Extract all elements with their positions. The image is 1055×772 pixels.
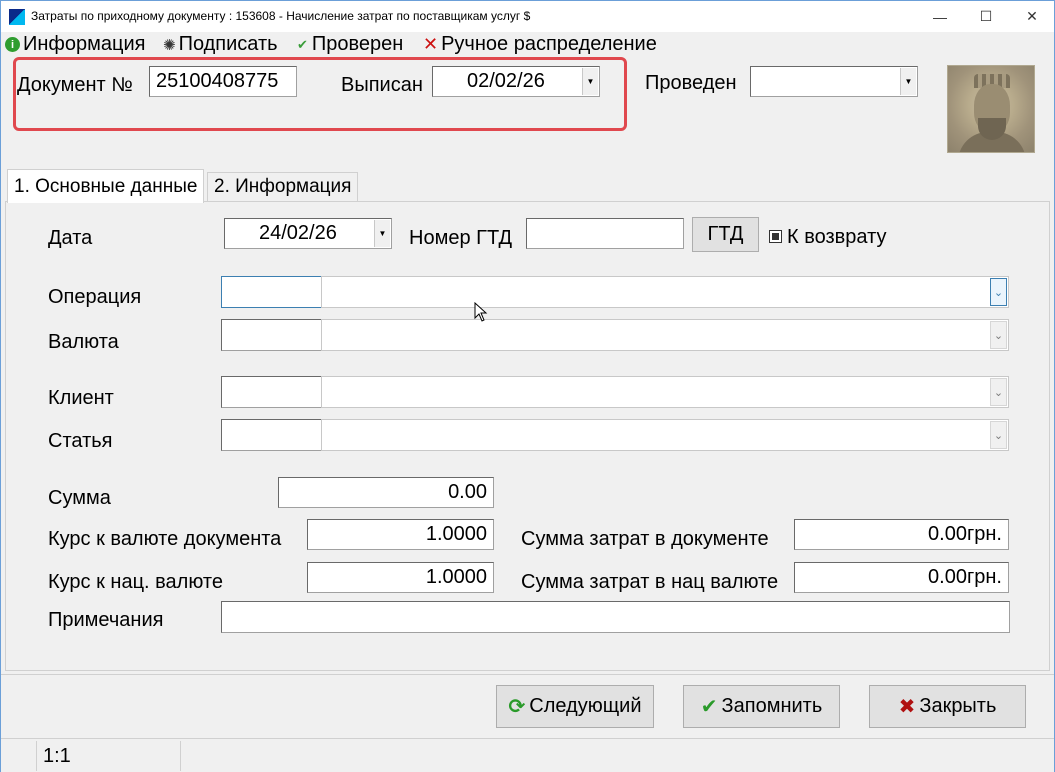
minimize-button[interactable]: —: [917, 1, 963, 32]
maximize-button[interactable]: ☐: [963, 1, 1009, 32]
article-dropdown-icon[interactable]: ⌄: [990, 421, 1007, 449]
notes-label: Примечания: [48, 609, 164, 631]
save-button-label: Запомнить: [721, 695, 823, 717]
cost-nat-field[interactable]: 0.00грн.: [794, 562, 1009, 593]
return-label: К возврату: [787, 226, 887, 248]
gtd-button[interactable]: ГТД: [692, 217, 759, 252]
info-icon: i: [5, 37, 20, 52]
currency-dropdown-icon[interactable]: ⌄: [990, 321, 1007, 349]
operation-label: Операция: [48, 286, 142, 308]
issued-date-dropdown-icon[interactable]: ▼: [582, 68, 598, 95]
menu-item-checked[interactable]: ✔ Проверен: [297, 33, 403, 56]
issued-label: Выписан: [341, 74, 423, 96]
user-photo: [947, 65, 1035, 153]
rate-nat-field[interactable]: 1.0000: [307, 562, 494, 593]
operation-dropdown-icon[interactable]: ⌄: [990, 278, 1007, 306]
client-code-input[interactable]: [221, 376, 322, 408]
menu-item-sign[interactable]: ✺ Подписать: [163, 33, 278, 56]
date-value: 24/02/26: [259, 222, 337, 244]
date-label: Дата: [48, 227, 93, 249]
status-cell-empty: [1, 741, 37, 771]
checkmark-icon: ✔: [297, 36, 308, 52]
currency-code-input[interactable]: [221, 319, 322, 351]
sum-label: Сумма: [48, 487, 111, 509]
cross-icon: ✖: [898, 696, 916, 718]
status-position: 1:1: [37, 741, 181, 771]
checkmark-icon: ✔: [700, 696, 718, 718]
tab-main-data[interactable]: 1. Основные данные: [7, 169, 205, 203]
operation-code-input[interactable]: [221, 276, 322, 308]
status-bar: 1:1: [1, 738, 1054, 772]
close-window-button[interactable]: ✕: [1009, 1, 1055, 32]
client-combo[interactable]: ⌄: [321, 376, 1009, 408]
article-code-input[interactable]: [221, 419, 322, 451]
rate-nat-label: Курс к нац. валюте: [48, 571, 223, 593]
date-field[interactable]: 24/02/26 ▼: [224, 218, 392, 249]
bottom-separator: [1, 674, 1054, 675]
close-button-label: Закрыть: [919, 695, 997, 717]
main-window: Затраты по приходному документу : 153608…: [0, 0, 1055, 772]
issued-date-field[interactable]: 02/02/26 ▼: [432, 66, 600, 97]
menu-bar: i Информация ✺ Подписать ✔ Проверен ✕ Ру…: [1, 32, 1054, 56]
cost-doc-label: Сумма затрат в документе: [521, 528, 769, 550]
close-button[interactable]: ✖ Закрыть: [869, 685, 1026, 728]
client-dropdown-icon[interactable]: ⌄: [990, 378, 1007, 406]
operation-combo[interactable]: ⌄: [321, 276, 1009, 308]
cost-doc-field[interactable]: 0.00грн.: [794, 519, 1009, 550]
mouse-cursor-icon: [474, 302, 488, 322]
rate-doc-field[interactable]: 1.0000: [307, 519, 494, 550]
rate-doc-label: Курс к валюте документа: [48, 528, 282, 550]
doc-number-field[interactable]: 25100408775: [149, 66, 297, 97]
currency-combo[interactable]: ⌄: [321, 319, 1009, 351]
posted-dropdown-icon[interactable]: ▼: [900, 68, 916, 95]
menu-item-manual-label: Ручное распределение: [441, 33, 657, 55]
app-icon: [9, 9, 25, 25]
menu-item-checked-label: Проверен: [311, 33, 404, 55]
tab-information[interactable]: 2. Информация: [207, 172, 359, 201]
cost-nat-label: Сумма затрат в нац валюте: [521, 571, 779, 593]
title-bar: Затраты по приходному документу : 153608…: [1, 1, 1054, 32]
issued-date-value: 02/02/26: [467, 70, 545, 92]
sum-field[interactable]: 0.00: [278, 477, 494, 508]
article-label: Статья: [48, 430, 113, 452]
date-dropdown-icon[interactable]: ▼: [374, 220, 390, 247]
save-button[interactable]: ✔ Запомнить: [683, 685, 840, 728]
doc-number-label: Документ №: [17, 74, 133, 96]
posted-label: Проведен: [645, 72, 737, 94]
return-checkbox[interactable]: [769, 230, 782, 243]
cross-icon: ✕: [423, 34, 439, 54]
client-label: Клиент: [48, 387, 114, 409]
window-title: Затраты по приходному документу : 153608…: [31, 9, 531, 23]
menu-item-manual[interactable]: ✕ Ручное распределение: [423, 33, 657, 56]
notes-field[interactable]: [221, 601, 1010, 633]
refresh-icon: ⟳: [508, 696, 526, 718]
seal-icon: ✺: [163, 36, 176, 54]
menu-item-info-label: Информация: [23, 33, 146, 55]
menu-item-sign-label: Подписать: [178, 33, 278, 55]
posted-field[interactable]: ▼: [750, 66, 918, 97]
gtd-field[interactable]: [526, 218, 684, 249]
menu-item-info[interactable]: i Информация: [5, 33, 145, 56]
next-button[interactable]: ⟳ Следующий: [496, 685, 654, 728]
next-button-label: Следующий: [529, 695, 642, 717]
gtd-label: Номер ГТД: [409, 227, 513, 249]
currency-label: Валюта: [48, 331, 119, 353]
article-combo[interactable]: ⌄: [321, 419, 1009, 451]
